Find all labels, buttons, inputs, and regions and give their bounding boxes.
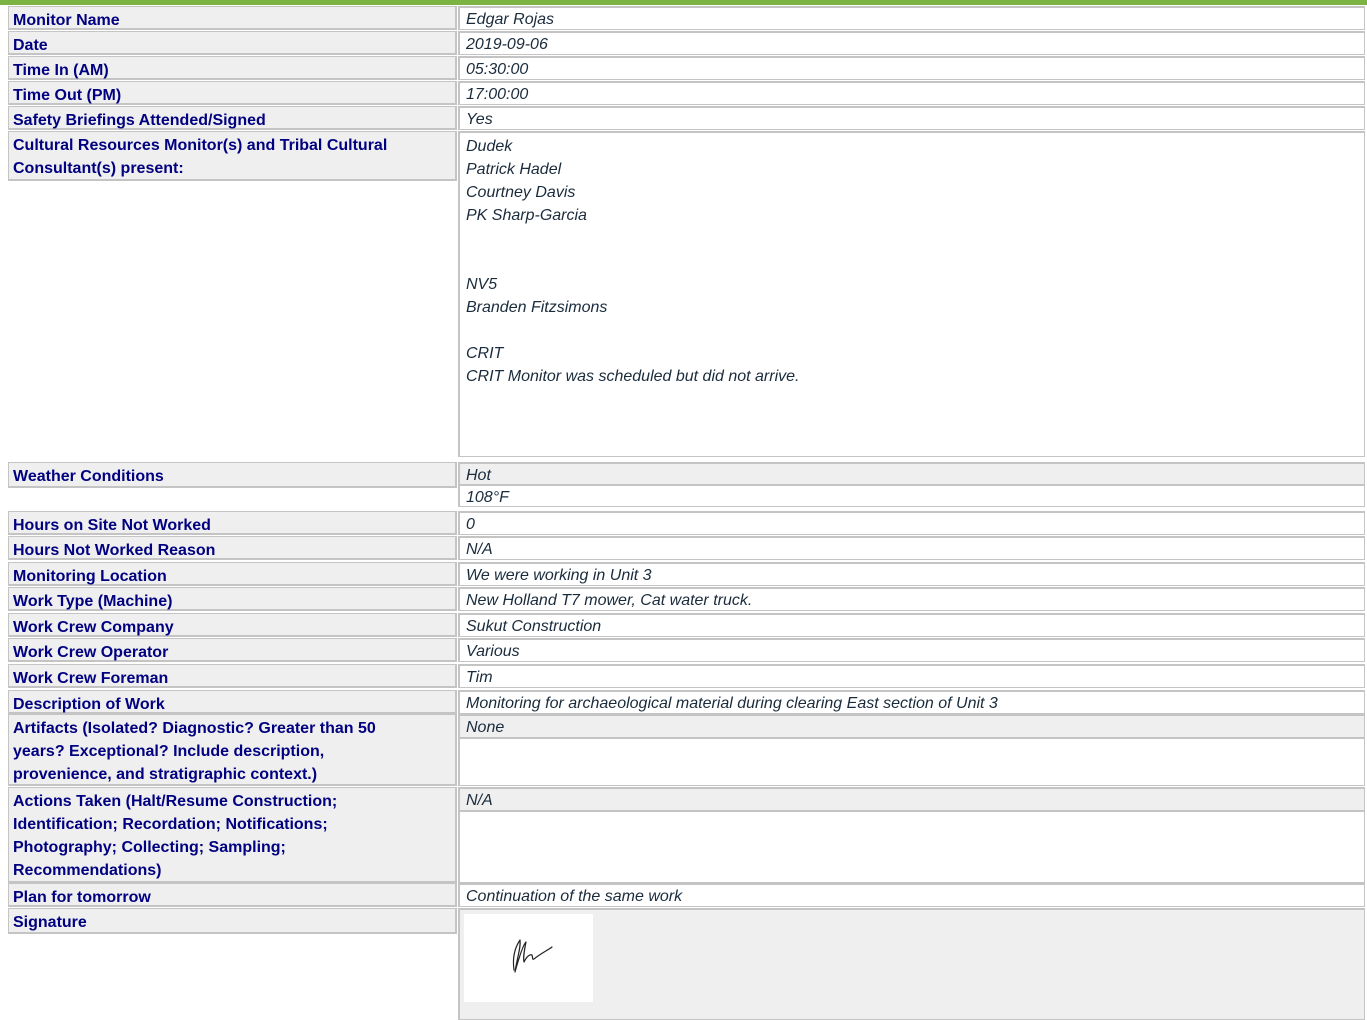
label-time-out: Time Out (PM) [8,81,457,105]
label-work-type: Work Type (Machine) [8,587,457,611]
row-date: Date 2019-09-06 [8,31,1365,55]
value-actions-space [458,811,1365,883]
cultural-line: Branden Fitzsimons [466,299,608,316]
value-weather-line2: 108°F [458,485,1365,507]
label-plan-tomorrow: Plan for tomorrow [8,883,457,907]
row-crew-operator: Work Crew Operator Various [8,638,1365,662]
value-time-in: 05:30:00 [458,56,1365,80]
label-actions-line: Actions Taken (Halt/Resume Construction; [13,793,338,810]
value-crew-foreman: Tim [458,664,1365,688]
value-hours-reason: N/A [458,536,1365,560]
row-crew-company: Work Crew Company Sukut Construction [8,613,1365,637]
value-cultural-monitors: Dudek Patrick Hadel Courtney Davis PK Sh… [458,131,1365,457]
label-actions-line: Identification; Recordation; Notificatio… [13,816,328,833]
value-monitoring-location: We were working in Unit 3 [458,562,1365,586]
row-signature: Signature [8,908,1365,1020]
value-monitor-name: Edgar Rojas [458,6,1365,30]
row-hours-not-worked: Hours on Site Not Worked 0 [8,511,1365,535]
value-time-out: 17:00:00 [458,81,1365,105]
label-artifacts-line: Artifacts (Isolated? Diagnostic? Greater… [13,720,376,737]
value-artifacts-space [458,738,1365,786]
label-hours-not-worked: Hours on Site Not Worked [8,511,457,535]
value-work-type: New Holland T7 mower, Cat water truck. [458,587,1365,611]
row-monitor-name: Monitor Name Edgar Rojas [8,6,1365,30]
row-plan-tomorrow: Plan for tomorrow Continuation of the sa… [8,883,1365,907]
row-crew-foreman: Work Crew Foreman Tim [8,664,1365,688]
label-actions-line: Recommendations) [13,862,162,879]
signature-scribble [512,939,553,973]
label-date: Date [8,31,457,55]
cultural-line: CRIT [466,345,504,362]
row-description-of-work: Description of Work Monitoring for archa… [8,690,1365,714]
label-hours-reason: Hours Not Worked Reason [8,536,457,560]
label-artifacts: Artifacts (Isolated? Diagnostic? Greater… [8,714,457,786]
label-time-in: Time In (AM) [8,56,457,80]
value-plan-tomorrow: Continuation of the same work [458,883,1365,907]
label-cultural-monitors: Cultural Resources Monitor(s) and Tribal… [8,131,457,181]
value-date: 2019-09-06 [458,31,1365,55]
label-artifacts-line: provenience, and stratigraphic context.) [13,766,318,783]
header-accent-bar [0,0,1367,5]
cultural-line: PK Sharp-Garcia [466,207,587,224]
value-actions-taken: N/A [458,787,1365,811]
label-safety-briefings: Safety Briefings Attended/Signed [8,106,457,130]
value-weather-line1: Hot [458,462,1365,485]
value-crew-operator: Various [458,638,1365,662]
label-cultural-line2: Consultant(s) present: [13,160,184,177]
row-artifacts: Artifacts (Isolated? Diagnostic? Greater… [8,714,1365,786]
row-hours-reason: Hours Not Worked Reason N/A [8,536,1365,560]
label-crew-company: Work Crew Company [8,613,457,637]
cultural-line: CRIT Monitor was scheduled but did not a… [466,368,800,385]
cultural-line: NV5 [466,276,498,293]
row-time-out: Time Out (PM) 17:00:00 [8,81,1365,105]
label-actions-taken: Actions Taken (Halt/Resume Construction;… [8,787,457,883]
value-hours-not-worked: 0 [458,511,1365,535]
label-signature: Signature [8,908,457,934]
label-crew-operator: Work Crew Operator [8,638,457,662]
row-work-type: Work Type (Machine) New Holland T7 mower… [8,587,1365,611]
label-monitor-name: Monitor Name [8,6,457,30]
cultural-line [466,319,1358,342]
cultural-line: Courtney Davis [466,184,576,201]
label-artifacts-line: years? Exceptional? Include description, [13,743,325,760]
cultural-line [466,227,1358,250]
row-weather: Weather Conditions Hot 108°F [8,462,1365,507]
cultural-line [466,250,1358,273]
label-monitoring-location: Monitoring Location [8,562,457,586]
cultural-line: Dudek [466,138,513,155]
row-monitoring-location: Monitoring Location We were working in U… [8,562,1365,586]
label-actions-line: Photography; Collecting; Sampling; [13,839,286,856]
row-actions-taken: Actions Taken (Halt/Resume Construction;… [8,787,1365,883]
row-safety-briefings: Safety Briefings Attended/Signed Yes [8,106,1365,130]
value-crew-company: Sukut Construction [458,613,1365,637]
row-time-in: Time In (AM) 05:30:00 [8,56,1365,80]
label-cultural-line1: Cultural Resources Monitor(s) and Tribal… [13,137,388,154]
label-weather: Weather Conditions [8,462,457,488]
signature-image [464,914,593,1002]
value-artifacts: None [458,714,1365,738]
label-description-of-work: Description of Work [8,690,457,714]
value-signature-area [458,908,1365,1020]
label-crew-foreman: Work Crew Foreman [8,664,457,688]
value-safety-briefings: Yes [458,106,1365,130]
value-description-of-work: Monitoring for archaeological material d… [458,690,1365,714]
cultural-line: Patrick Hadel [466,161,562,178]
row-cultural-monitors: Cultural Resources Monitor(s) and Tribal… [8,131,1365,457]
